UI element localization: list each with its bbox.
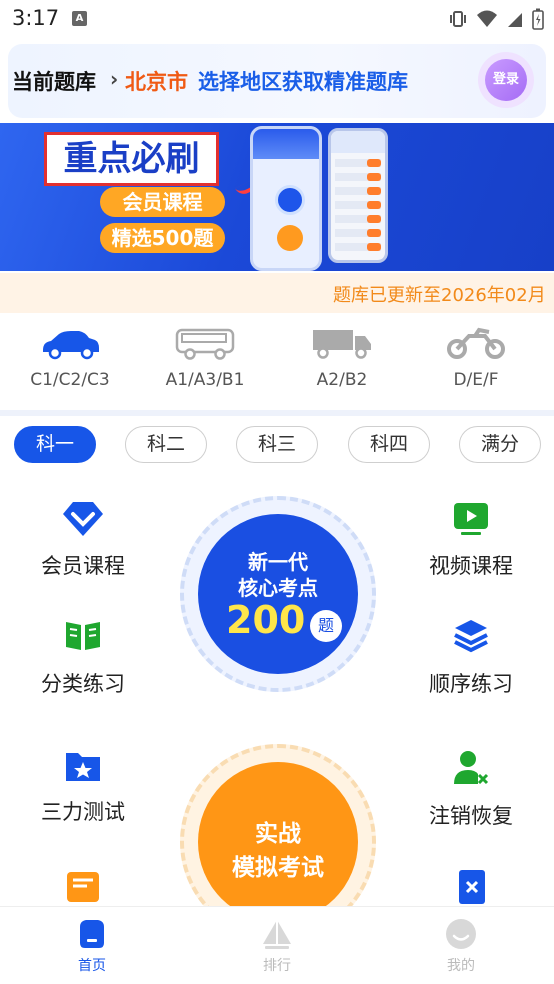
banner-pill-member: 会员课程	[100, 187, 225, 217]
notification-icon: A	[72, 11, 87, 26]
core-points-circle: 新一代 核心考点 200 题	[198, 514, 358, 674]
nav-profile[interactable]: 我的	[416, 917, 506, 975]
tab-subject-4[interactable]: 科四	[348, 426, 430, 463]
region-selector-bar[interactable]: 当前题库 › 北京市 选择地区获取精准题库 登录	[8, 44, 546, 118]
mock-exam-circle: 实战 模拟考试	[198, 762, 358, 922]
nav-ranking[interactable]: 排行	[232, 917, 322, 975]
motorcycle-icon	[447, 327, 505, 359]
ticker-text: 题库已更新至2026年02月	[333, 285, 546, 306]
nav-ranking-label: 排行	[263, 958, 291, 974]
member-course-label: 会员课程	[41, 554, 125, 578]
bus-icon	[175, 328, 235, 360]
section-divider	[0, 410, 554, 416]
subject-tabs: 科一 科二 科三 科四 满分	[0, 426, 554, 466]
three-ability-test-button[interactable]: 三力测试	[18, 748, 148, 826]
banner-pill-select: 精选500题	[100, 223, 225, 253]
update-ticker: 题库已更新至2026年02月	[0, 273, 554, 313]
book-icon	[66, 622, 100, 650]
exam-line1: 实战	[255, 821, 301, 847]
vehicle-label: A1/A3/B1	[165, 370, 245, 390]
core-line1: 新一代	[248, 550, 308, 574]
banner-title: 重点必刷	[44, 132, 219, 186]
exam-line2: 模拟考试	[232, 855, 324, 881]
cancel-restore-label: 注销恢复	[429, 804, 513, 828]
status-icons	[448, 8, 544, 30]
vibrate-icon	[450, 11, 466, 27]
status-time: 3:17	[12, 6, 60, 30]
vehicle-label: A2/B2	[316, 370, 368, 390]
vehicle-label: D/E/F	[453, 370, 499, 390]
select-region-link[interactable]: 选择地区获取精准题库	[198, 66, 408, 96]
promo-banner[interactable]: 重点必刷 会员课程 精选500题	[0, 123, 554, 271]
core-unit-badge: 题	[310, 610, 342, 642]
tab-subject-1[interactable]: 科一	[14, 426, 96, 463]
nav-profile-label: 我的	[447, 958, 475, 974]
signal-icon	[508, 13, 522, 27]
user-remove-icon	[454, 751, 489, 785]
core-points-button[interactable]: 新一代 核心考点 200 题	[180, 496, 376, 692]
three-ability-test-label: 三力测试	[41, 800, 125, 824]
vehicle-bus[interactable]: A1/A3/B1	[145, 322, 265, 390]
notebook-icon	[459, 870, 485, 904]
sequential-practice-button[interactable]: 顺序练习	[406, 616, 536, 698]
category-practice-label: 分类练习	[41, 672, 125, 696]
video-icon	[454, 503, 488, 535]
status-bar: 3:17 A	[0, 0, 554, 38]
vehicle-truck[interactable]: A2/B2	[282, 322, 402, 390]
current-bank-label: 当前题库	[12, 70, 96, 94]
car-icon	[43, 331, 99, 360]
chevron-right-icon: ›	[110, 67, 119, 91]
vehicle-motorcycle[interactable]: D/E/F	[416, 322, 536, 390]
home-icon	[80, 920, 104, 948]
sequential-practice-label: 顺序练习	[429, 672, 513, 696]
bottom-nav: 首页 排行 我的	[0, 906, 554, 984]
phone-mockup-1	[250, 126, 322, 271]
inbox-icon	[67, 872, 99, 902]
wifi-icon	[477, 10, 497, 27]
video-course-label: 视频课程	[429, 554, 513, 578]
phone-mockup-2	[328, 128, 388, 263]
login-button-ring: 登录	[478, 52, 534, 108]
video-course-button[interactable]: 视频课程	[406, 498, 536, 580]
category-practice-button[interactable]: 分类练习	[18, 616, 148, 698]
nav-home[interactable]: 首页	[47, 917, 137, 975]
vehicle-car[interactable]: C1/C2/C3	[10, 322, 130, 390]
layers-icon	[454, 620, 488, 653]
member-course-button[interactable]: 会员课程	[18, 498, 148, 580]
tab-subject-3[interactable]: 科三	[236, 426, 318, 463]
vehicle-type-selector: C1/C2/C3 A1/A3/B1 A2/B2 D/E/F	[0, 322, 554, 404]
core-line2: 核心考点	[238, 576, 318, 600]
diamond-icon	[63, 502, 103, 536]
vehicle-label: C1/C2/C3	[30, 370, 110, 390]
login-button[interactable]: 登录	[485, 59, 527, 101]
truck-icon	[313, 330, 371, 359]
notebook-button[interactable]	[406, 866, 536, 906]
ranking-icon	[263, 920, 291, 949]
tab-full-score[interactable]: 满分	[459, 426, 541, 463]
folder-star-icon	[66, 753, 100, 781]
profile-icon	[446, 919, 476, 949]
core-number: 200	[226, 598, 306, 642]
city-selector[interactable]: 北京市	[125, 66, 188, 96]
nav-home-label: 首页	[78, 958, 106, 974]
battery-icon	[532, 8, 544, 30]
cancel-restore-button[interactable]: 注销恢复	[406, 748, 536, 830]
mail-tray-button[interactable]	[18, 866, 148, 906]
tab-subject-2[interactable]: 科二	[125, 426, 207, 463]
